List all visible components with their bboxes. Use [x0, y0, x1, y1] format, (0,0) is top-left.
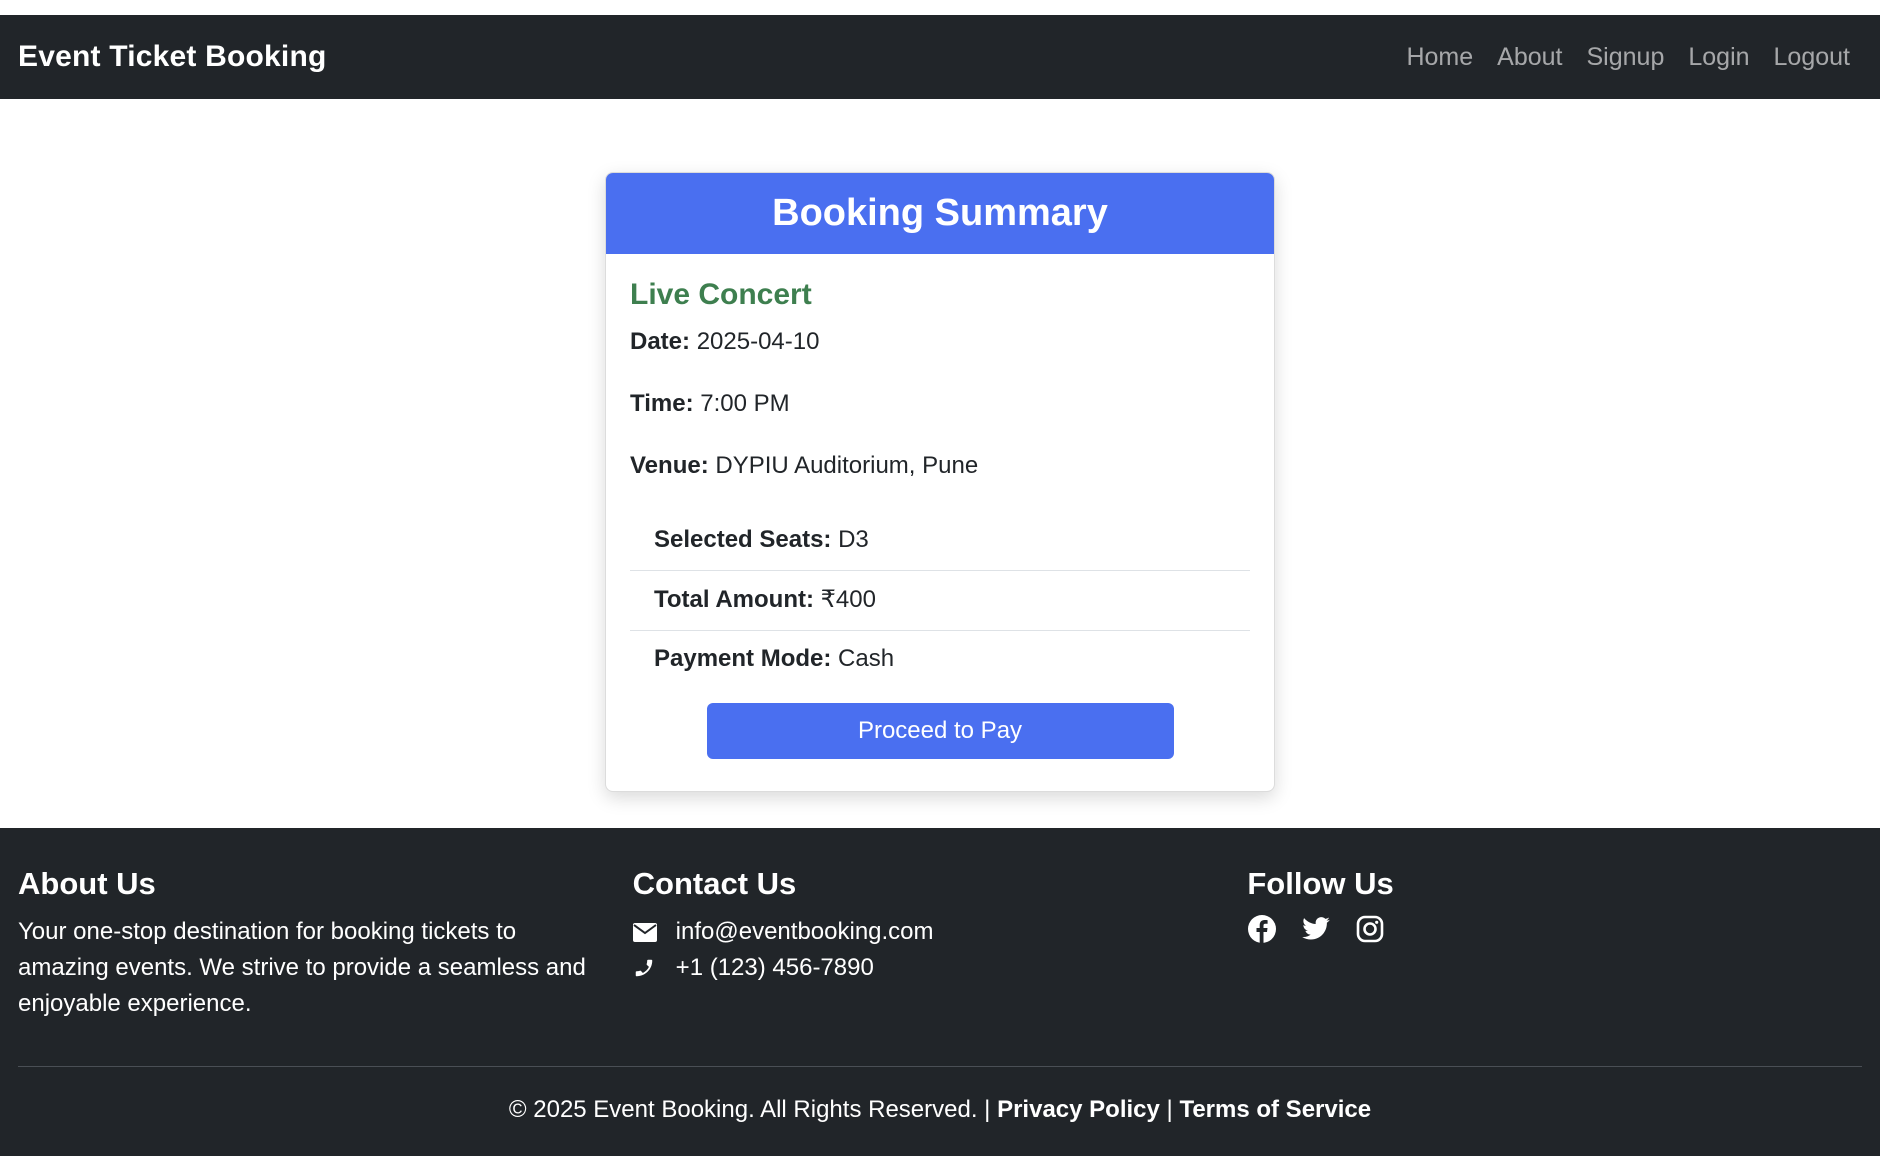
instagram-icon[interactable] — [1355, 914, 1385, 944]
copyright-line: © 2025 Event Booking. All Rights Reserve… — [0, 1096, 1880, 1124]
facebook-icon[interactable] — [1247, 914, 1277, 944]
date-row: Date: 2025-04-10 — [630, 328, 1250, 356]
navbar: Event Ticket Booking Home About Signup L… — [0, 15, 1880, 99]
nav-about-link[interactable]: About — [1497, 43, 1562, 72]
date-value: 2025-04-10 — [696, 328, 820, 355]
contact-phone-line: +1 (123) 456-7890 — [633, 950, 1248, 986]
card-body: Live Concert Date: 2025-04-10 Time: 7:00… — [606, 254, 1274, 759]
payment-value: Cash — [838, 645, 895, 672]
footer-contact: Contact Us info@eventbooking.com +1 (123… — [632, 866, 1248, 1022]
footer: About Us Your one-stop destination for b… — [0, 828, 1880, 1156]
event-title: Live Concert — [630, 278, 812, 311]
nav-logout-link[interactable]: Logout — [1774, 43, 1850, 72]
social-links — [1247, 914, 1862, 944]
nav-login-link[interactable]: Login — [1688, 43, 1749, 72]
venue-row: Venue: DYPIU Auditorium, Pune — [630, 452, 1250, 480]
card-header: Booking Summary — [606, 173, 1274, 254]
footer-follow: Follow Us — [1247, 866, 1862, 1022]
copyright-separator: | — [1166, 1096, 1173, 1123]
time-value: 7:00 PM — [700, 390, 790, 417]
payment-mode-row: Payment Mode: Cash — [630, 631, 1250, 689]
contact-phone[interactable]: +1 (123) 456-7890 — [676, 954, 874, 982]
about-title: About Us — [18, 866, 156, 901]
terms-of-service-link[interactable]: Terms of Service — [1179, 1096, 1371, 1123]
seats-label: Selected Seats: — [654, 526, 832, 553]
time-label: Time: — [630, 390, 694, 417]
privacy-policy-link[interactable]: Privacy Policy — [997, 1096, 1160, 1123]
contact-email-line: info@eventbooking.com — [632, 914, 1248, 950]
top-strip — [0, 0, 1882, 15]
nav-links: Home About Signup Login Logout — [1406, 43, 1850, 72]
amount-value: ₹400 — [820, 586, 876, 613]
total-amount-row: Total Amount: ₹400 — [630, 571, 1250, 631]
date-label: Date: — [630, 328, 691, 355]
venue-value: DYPIU Auditorium, Pune — [715, 452, 979, 479]
footer-about: About Us Your one-stop destination for b… — [18, 866, 633, 1022]
phone-icon — [633, 957, 676, 979]
about-text: Your one-stop destination for booking ti… — [18, 918, 586, 1017]
contact-email[interactable]: info@eventbooking.com — [676, 918, 934, 946]
navbar-brand[interactable]: Event Ticket Booking — [18, 40, 327, 74]
contact-title: Contact Us — [632, 866, 797, 901]
footer-columns: About Us Your one-stop destination for b… — [0, 828, 1880, 1022]
time-row: Time: 7:00 PM — [630, 390, 1250, 418]
booking-details-list: Selected Seats: D3 Total Amount: ₹400 Pa… — [630, 512, 1250, 689]
seats-value: D3 — [838, 526, 869, 553]
envelope-icon — [632, 922, 676, 942]
nav-home-link[interactable]: Home — [1406, 43, 1473, 72]
selected-seats-row: Selected Seats: D3 — [630, 512, 1250, 571]
proceed-to-pay-button[interactable]: Proceed to Pay — [706, 703, 1174, 759]
venue-label: Venue: — [630, 452, 709, 479]
amount-label: Total Amount: — [654, 586, 814, 613]
booking-summary-card: Booking Summary Live Concert Date: 2025-… — [605, 172, 1275, 792]
nav-signup-link[interactable]: Signup — [1587, 43, 1665, 72]
twitter-icon[interactable] — [1301, 914, 1331, 944]
follow-title: Follow Us — [1247, 866, 1394, 901]
footer-divider — [18, 1066, 1862, 1067]
copyright-text: © 2025 Event Booking. All Rights Reserve… — [508, 1096, 991, 1123]
payment-label: Payment Mode: — [654, 645, 832, 672]
